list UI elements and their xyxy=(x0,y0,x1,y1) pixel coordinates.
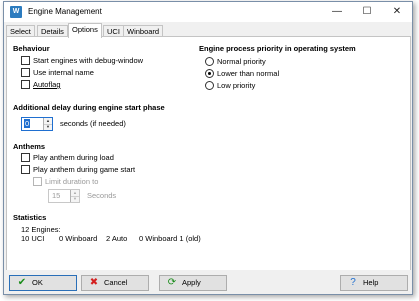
ok-label: OK xyxy=(32,278,43,287)
duration-value: 15 xyxy=(52,191,61,200)
lower-than-normal-radio[interactable] xyxy=(205,69,214,78)
debug-window-label: Start engines with debug-window xyxy=(33,56,144,65)
dialog-window: W Engine Management — ☐ ✕ Select Details… xyxy=(3,1,413,295)
delay-spinner-buttons: ▲ ▼ xyxy=(43,118,52,130)
help-label: Help xyxy=(363,278,379,287)
minimize-button[interactable]: — xyxy=(322,2,352,22)
refresh-icon: ⟳ xyxy=(167,277,177,288)
behaviour-heading: Behaviour xyxy=(13,44,50,53)
autoflag-checkbox[interactable] xyxy=(21,80,30,89)
low-priority-label: Low priority xyxy=(217,81,256,90)
internal-name-checkbox[interactable] xyxy=(21,68,30,77)
engine-count: 12 Engines: xyxy=(21,225,61,234)
tab-options[interactable]: Options xyxy=(68,23,102,38)
normal-priority-label: Normal priority xyxy=(217,57,266,66)
delay-heading: Additional delay during engine start pha… xyxy=(13,103,165,112)
duration-unit-label: Seconds xyxy=(87,191,117,200)
priority-heading: Engine process priority in operating sys… xyxy=(199,44,356,53)
help-button[interactable]: ? Help xyxy=(340,275,408,291)
title-bar: W Engine Management — ☐ ✕ xyxy=(4,2,412,22)
limit-duration-label: Limit duration to xyxy=(45,177,99,186)
window-title: Engine Management xyxy=(28,7,102,16)
options-panel: Behaviour Start engines with debug-windo… xyxy=(6,36,411,271)
statistics-heading: Statistics xyxy=(13,213,47,222)
radio-selected-dot xyxy=(208,72,211,75)
low-priority-radio[interactable] xyxy=(205,81,214,90)
anthem-load-label: Play anthem during load xyxy=(33,153,114,162)
delay-suffix-label: seconds (if needed) xyxy=(60,119,126,128)
spin-down-icon[interactable]: ▼ xyxy=(71,196,79,202)
normal-priority-radio[interactable] xyxy=(205,57,214,66)
anthem-load-checkbox[interactable] xyxy=(21,153,30,162)
internal-name-label: Use internal name xyxy=(33,68,94,77)
cancel-button[interactable]: ✖ Cancel xyxy=(81,275,149,291)
duration-spinner[interactable]: 15 ▲ ▼ xyxy=(48,189,80,203)
limit-duration-checkbox[interactable] xyxy=(33,177,42,186)
duration-spinner-buttons: ▲ ▼ xyxy=(70,190,79,202)
autoflag-label: Autoflag xyxy=(33,80,61,89)
anthems-heading: Anthems xyxy=(13,142,46,151)
apply-label: Apply xyxy=(182,278,201,287)
apply-button[interactable]: ⟳ Apply xyxy=(159,275,227,291)
stat-auto: 2 Auto xyxy=(106,234,128,243)
anthem-game-start-checkbox[interactable] xyxy=(21,165,30,174)
debug-window-checkbox[interactable] xyxy=(21,56,30,65)
stat-winboard-old: 0 Winboard 1 (old) xyxy=(139,234,201,243)
delay-value: 0 xyxy=(25,119,30,128)
cancel-label: Cancel xyxy=(104,278,128,287)
cross-icon: ✖ xyxy=(89,277,99,288)
delay-spinner[interactable]: 0 ▲ ▼ xyxy=(21,117,53,131)
stat-uci: 10 UCI xyxy=(21,234,45,243)
maximize-button[interactable]: ☐ xyxy=(352,2,382,22)
question-icon: ? xyxy=(350,277,356,288)
close-button[interactable]: ✕ xyxy=(382,2,412,22)
spin-down-icon[interactable]: ▼ xyxy=(44,124,52,130)
stat-winboard: 0 Winboard xyxy=(59,234,98,243)
button-bar: ✔ OK ✖ Cancel ⟳ Apply ? Help xyxy=(4,270,412,294)
checkmark-icon: ✔ xyxy=(17,277,27,288)
anthem-game-start-label: Play anthem during game start xyxy=(33,165,136,174)
ok-button[interactable]: ✔ OK xyxy=(9,275,77,291)
lower-than-normal-label: Lower than normal xyxy=(217,69,280,78)
app-logo-icon: W xyxy=(10,6,22,18)
